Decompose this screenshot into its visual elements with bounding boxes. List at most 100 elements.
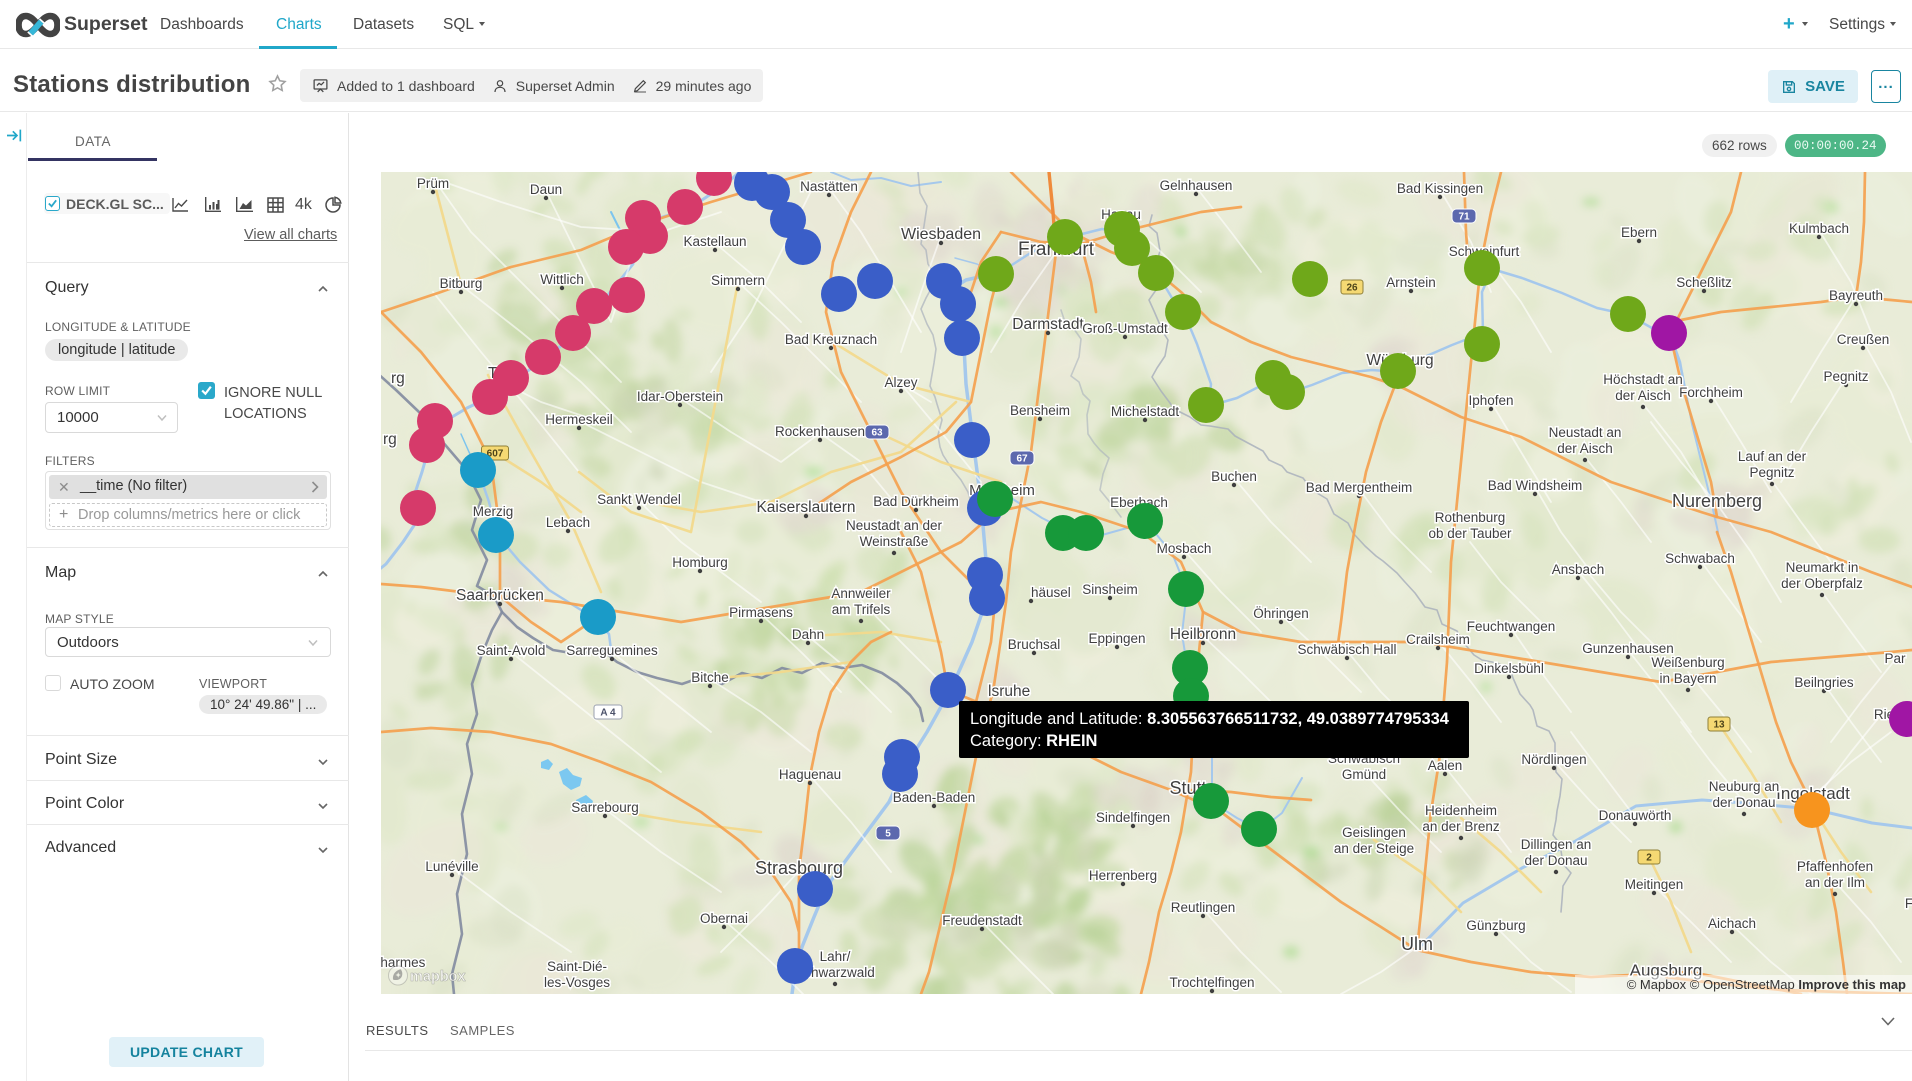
svg-text:in Bayern: in Bayern	[1659, 671, 1716, 686]
svg-text:Freudenstadt: Freudenstadt	[942, 913, 1022, 928]
svg-text:Prüm: Prüm	[417, 176, 449, 191]
svg-text:Mosbach: Mosbach	[1157, 541, 1212, 556]
svg-text:2: 2	[1646, 853, 1652, 864]
svg-text:Heilbronn: Heilbronn	[1170, 626, 1236, 643]
svg-text:Pirmasens: Pirmasens	[729, 605, 793, 620]
svg-text:Homburg: Homburg	[672, 555, 728, 570]
svg-text:Kulmbach: Kulmbach	[1789, 221, 1849, 236]
svg-text:Iphofen: Iphofen	[1468, 393, 1513, 408]
svg-text:Feuchtwangen: Feuchtwangen	[1467, 619, 1556, 634]
svg-text:Bruchsal: Bruchsal	[1008, 637, 1061, 652]
svg-text:Bad Dürkheim: Bad Dürkheim	[873, 494, 959, 509]
svg-text:Gelnhausen: Gelnhausen	[1160, 178, 1233, 193]
svg-text:13: 13	[1713, 720, 1725, 731]
svg-text:Sindelfingen: Sindelfingen	[1096, 810, 1170, 825]
svg-text:Donauwörth: Donauwörth	[1599, 808, 1672, 823]
svg-text:Idar-Oberstein: Idar-Oberstein	[637, 389, 723, 404]
svg-text:Annweiler: Annweiler	[831, 586, 891, 601]
svg-text:Bad Kissingen: Bad Kissingen	[1397, 181, 1483, 196]
svg-text:Trochtelfingen: Trochtelfingen	[1169, 975, 1254, 990]
svg-text:Beilngries: Beilngries	[1794, 675, 1854, 690]
svg-text:Hermeskeil: Hermeskeil	[545, 412, 613, 427]
svg-text:5: 5	[885, 829, 891, 840]
svg-text:Bad Windsheim: Bad Windsheim	[1488, 478, 1583, 493]
svg-text:Alzey: Alzey	[884, 375, 917, 390]
svg-text:Pegnitz: Pegnitz	[1749, 465, 1794, 480]
svg-text:Dinkelsbühl: Dinkelsbühl	[1474, 661, 1544, 676]
svg-text:an der Ilm: an der Ilm	[1805, 875, 1865, 890]
svg-text:Arnstein: Arnstein	[1386, 275, 1436, 290]
svg-text:Saint-Avold: Saint-Avold	[477, 643, 546, 658]
svg-text:Gmünd: Gmünd	[1342, 767, 1386, 782]
svg-text:Michelstadt: Michelstadt	[1111, 404, 1180, 419]
svg-text:ob der Tauber: ob der Tauber	[1428, 526, 1512, 541]
svg-text:Sinsheim: Sinsheim	[1082, 582, 1138, 597]
svg-text:der Aisch: der Aisch	[1615, 388, 1671, 403]
svg-text:Pfaffenhofen: Pfaffenhofen	[1797, 859, 1873, 874]
svg-text:Sarrebourg: Sarrebourg	[571, 800, 639, 815]
svg-text:Kastellaun: Kastellaun	[683, 234, 746, 249]
svg-text:Neustadt an der: Neustadt an der	[846, 518, 943, 533]
svg-text:Neustadt an: Neustadt an	[1549, 425, 1622, 440]
svg-text:F: F	[1905, 896, 1912, 911]
svg-text:Lunéville: Lunéville	[425, 859, 478, 874]
svg-text:Saarbrücken: Saarbrücken	[456, 587, 544, 604]
svg-text:Bad Mergentheim: Bad Mergentheim	[1306, 480, 1413, 495]
svg-text:Baden-Baden: Baden-Baden	[893, 790, 976, 805]
svg-text:Bitburg: Bitburg	[440, 276, 483, 291]
svg-text:Nastätten: Nastätten	[800, 179, 858, 194]
svg-text:mapbox: mapbox	[410, 969, 466, 985]
svg-text:Creußen: Creußen	[1837, 332, 1890, 347]
svg-text:67: 67	[1016, 454, 1028, 465]
svg-text:Sarreguemines: Sarreguemines	[566, 643, 658, 658]
svg-text:Neuburg an: Neuburg an	[1709, 779, 1780, 794]
svg-text:Bensheim: Bensheim	[1010, 403, 1070, 418]
svg-text:Simmern: Simmern	[711, 273, 765, 288]
svg-text:der Donau: der Donau	[1712, 795, 1775, 810]
svg-text:Daun: Daun	[530, 182, 562, 197]
svg-text:Gunzenhausen: Gunzenhausen	[1582, 641, 1674, 656]
svg-text:Herrenberg: Herrenberg	[1089, 868, 1157, 883]
svg-text:Haguenau: Haguenau	[779, 767, 841, 782]
svg-text:Heidenheim: Heidenheim	[1425, 803, 1497, 818]
svg-text:Weinstraße: Weinstraße	[860, 534, 929, 549]
svg-text:Nördlingen: Nördlingen	[1521, 752, 1586, 767]
svg-text:Rothenburg: Rothenburg	[1435, 510, 1506, 525]
svg-text:an der Brenz: an der Brenz	[1422, 819, 1500, 834]
svg-text:häusel: häusel	[1031, 585, 1071, 600]
svg-text:Nuremberg: Nuremberg	[1672, 491, 1762, 511]
svg-text:Forchheim: Forchheim	[1679, 385, 1743, 400]
svg-text:Merzig: Merzig	[473, 504, 514, 519]
svg-text:Rockenhausen: Rockenhausen	[775, 424, 865, 439]
svg-text:Scheßlitz: Scheßlitz	[1676, 275, 1732, 290]
svg-text:Günzburg: Günzburg	[1466, 918, 1525, 933]
svg-text:Buchen: Buchen	[1211, 469, 1257, 484]
svg-text:Wittlich: Wittlich	[540, 272, 584, 287]
svg-text:Saint-Dié-: Saint-Dié-	[547, 959, 607, 974]
svg-text:Eppingen: Eppingen	[1088, 631, 1145, 646]
svg-text:les-Vosges: les-Vosges	[544, 975, 610, 990]
svg-text:Reutlingen: Reutlingen	[1171, 900, 1236, 915]
svg-text:Lahr/: Lahr/	[820, 949, 851, 964]
svg-text:Strasbourg: Strasbourg	[755, 858, 843, 878]
svg-text:Ebern: Ebern	[1621, 225, 1657, 240]
svg-text:Aichach: Aichach	[1708, 916, 1756, 931]
svg-text:Wiesbaden: Wiesbaden	[901, 226, 981, 243]
svg-text:rg: rg	[383, 431, 397, 448]
svg-text:der Aisch: der Aisch	[1557, 441, 1613, 456]
svg-text:Schwäbisch Hall: Schwäbisch Hall	[1297, 642, 1396, 657]
svg-text:Kaiserslautern: Kaiserslautern	[756, 499, 855, 516]
svg-text:63: 63	[871, 428, 883, 439]
svg-text:Bayreuth: Bayreuth	[1829, 288, 1883, 303]
svg-text:Neumarkt in: Neumarkt in	[1786, 560, 1859, 575]
svg-text:Dahn: Dahn	[792, 627, 824, 642]
svg-text:Sankt Wendel: Sankt Wendel	[597, 492, 681, 507]
svg-text:Groß-Umstadt: Groß-Umstadt	[1082, 321, 1168, 336]
svg-text:der Donau: der Donau	[1524, 853, 1587, 868]
svg-text:Höchstadt an: Höchstadt an	[1603, 372, 1683, 387]
svg-text:Lauf an der: Lauf an der	[1738, 449, 1807, 464]
svg-text:Ulm: Ulm	[1401, 934, 1433, 954]
svg-text:Darmstadt: Darmstadt	[1012, 316, 1084, 333]
svg-text:Bad Kreuznach: Bad Kreuznach	[785, 332, 877, 347]
svg-text:Ansbach: Ansbach	[1552, 562, 1605, 577]
